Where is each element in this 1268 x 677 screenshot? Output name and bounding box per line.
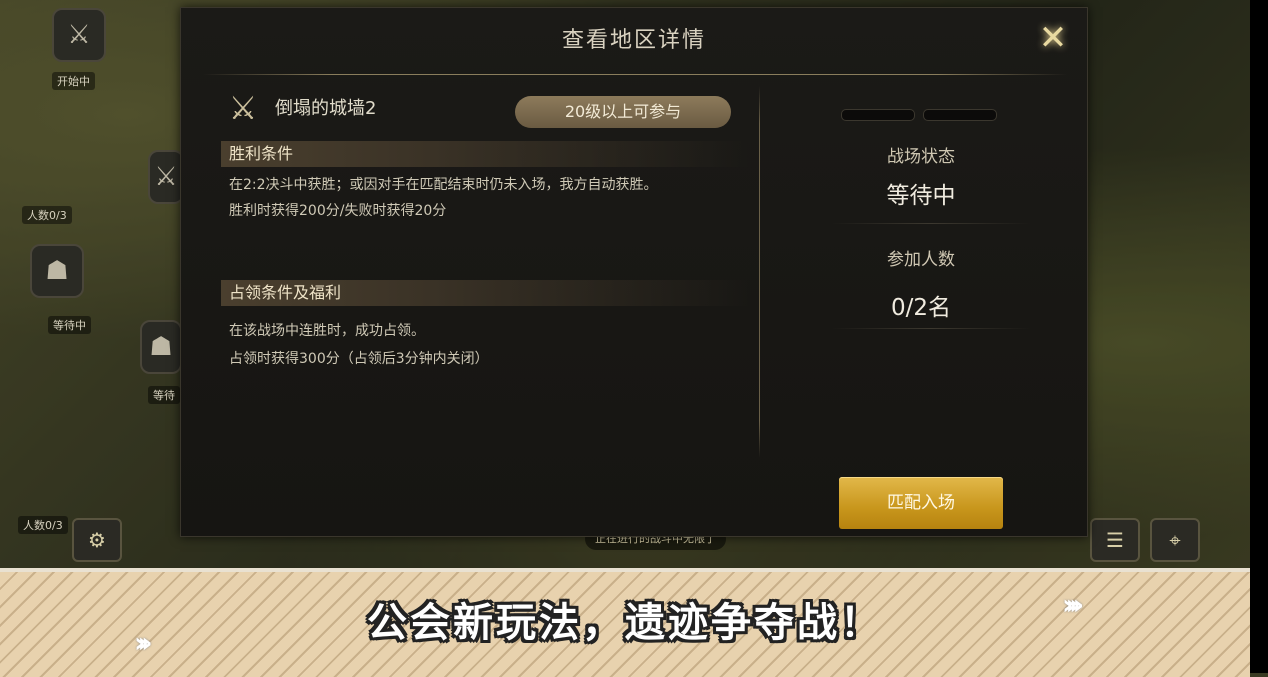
arena-name: 倒塌的城墙2 [275, 98, 377, 119]
occupation-reward-text: 占领时获得300分（占领后3分钟内关闭） [229, 351, 489, 367]
victory-reward-text: 胜利时获得200分/失败时获得20分 [229, 203, 447, 219]
status-bar [841, 109, 915, 121]
close-icon[interactable]: ✕ [1037, 21, 1069, 55]
dialog-title: 查看地区详情 [561, 28, 706, 53]
map-node-label: 人数0/3 [18, 516, 68, 534]
region-details-dialog: 查看地区详情 ✕ ⚔ 倒塌的城墙2 20级以上可参与 胜利条件 在2:2决斗中获… [180, 7, 1088, 537]
map-node-label: 等待 [148, 386, 180, 404]
map-node-fortress-icon[interactable]: ☗ [140, 320, 182, 374]
title-divider [203, 74, 1067, 75]
level-requirement-badge: 20级以上可参与 [515, 96, 731, 128]
map-node-label: 开始中 [52, 72, 95, 90]
banner-headline: 公会新玩法，遗迹争夺战！ [367, 600, 883, 646]
victory-condition-text: 在2:2决斗中获胜；或因对手在匹配结束时仍未入场，我方自动获胜。 [229, 177, 658, 193]
participants-label: 参加人数 [887, 250, 955, 270]
stat-separator [831, 328, 1031, 329]
battle-state-label: 战场状态 [887, 147, 955, 167]
vertical-divider [759, 86, 760, 458]
occupation-heading: 占领条件及福利 [221, 280, 749, 306]
status-bar [923, 109, 997, 121]
screen-edge [1250, 0, 1268, 673]
battle-state-value: 等待中 [886, 183, 956, 209]
map-node-label: 等待中 [48, 316, 91, 334]
participants-value: 0/2名 [890, 295, 951, 321]
map-node-swords-icon[interactable]: ⚔ [52, 8, 106, 62]
crossed-swords-icon: ⚔ [228, 89, 258, 127]
victory-heading: 胜利条件 [221, 141, 749, 167]
map-node-label: 人数0/3 [22, 206, 72, 224]
status-indicator-bars [841, 106, 1005, 125]
stat-separator [831, 223, 1031, 224]
map-node-fortress-icon[interactable]: ☗ [30, 244, 84, 298]
occupation-condition-text: 在该战场中连胜时，成功占领。 [229, 323, 425, 339]
map-pin-icon[interactable]: ⌖ [1150, 518, 1200, 562]
list-icon[interactable]: ☰ [1090, 518, 1140, 562]
match-enter-button[interactable]: 匹配入场 [839, 477, 1003, 529]
settings-icon[interactable]: ⚙ [72, 518, 122, 562]
map-node-swords-icon[interactable]: ⚔ [148, 150, 184, 204]
